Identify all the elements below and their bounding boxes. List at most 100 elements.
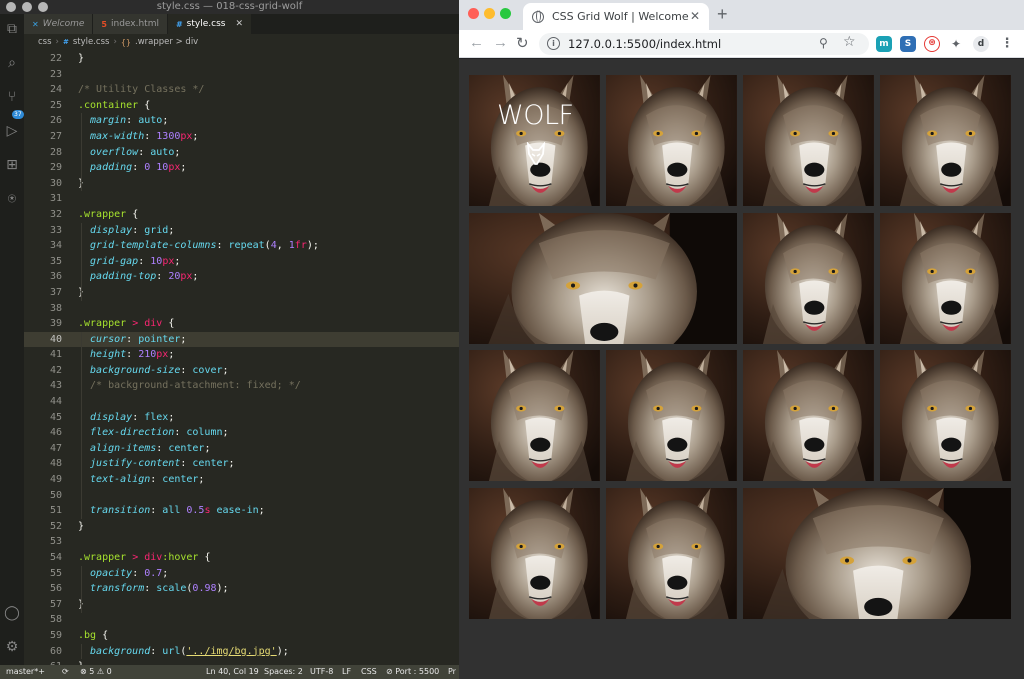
code-line[interactable]: 44: [24, 394, 459, 410]
code-line[interactable]: 60 background: url('../img/bg.jpg');: [24, 644, 459, 660]
new-tab-button[interactable]: +: [717, 4, 728, 25]
red-extension-icon[interactable]: ⊛: [924, 36, 940, 52]
browser-tab[interactable]: CSS Grid Wolf | Welcome ✕: [523, 3, 709, 30]
bookmark-star-icon[interactable]: ☆: [843, 34, 856, 50]
selector-icon: {}: [120, 37, 132, 47]
code-line[interactable]: 42 background-size: cover;: [24, 363, 459, 379]
breadcrumb-folder[interactable]: css: [38, 37, 52, 47]
source-control-icon[interactable]: ⑂: [4, 88, 20, 104]
maximize-window-button[interactable]: [500, 8, 511, 19]
code-line[interactable]: 51 transition: all 0.5s ease-in;: [24, 503, 459, 519]
wolf-tile[interactable]: [743, 350, 874, 481]
info-icon[interactable]: i: [547, 37, 560, 50]
code-line[interactable]: 28 overflow: auto;: [24, 145, 459, 161]
tab-welcome[interactable]: ✕ Welcome: [24, 14, 94, 34]
url-text[interactable]: 127.0.0.1:5500/index.html: [568, 37, 721, 51]
extensions-icon[interactable]: ⊞: [4, 156, 20, 172]
git-graph-icon[interactable]: ⍟: [4, 190, 20, 206]
code-line[interactable]: 40 cursor: pointer;: [24, 331, 459, 348]
code-line[interactable]: 29 padding: 0 10px;: [24, 160, 459, 176]
profile-extension-icon[interactable]: d: [973, 36, 989, 52]
close-window-button[interactable]: [468, 8, 479, 19]
account-icon[interactable]: ◯: [4, 604, 20, 620]
code-line[interactable]: 39 .wrapper > div {: [24, 316, 459, 332]
close-tab-icon[interactable]: ✕: [690, 9, 700, 23]
code-line[interactable]: 41 height: 210px;: [24, 347, 459, 363]
code-line[interactable]: 24 /* Utility Classes */: [24, 82, 459, 98]
code-line[interactable]: 30}: [24, 176, 459, 192]
reload-icon[interactable]: ↻: [516, 34, 529, 52]
code-token: px: [180, 271, 193, 283]
code-line[interactable]: 37}: [24, 285, 459, 301]
wolf-tile[interactable]: [606, 75, 737, 206]
code-line[interactable]: 34 grid-template-columns: repeat(4, 1fr)…: [24, 238, 459, 254]
code-line[interactable]: 54 .wrapper > div:hover {: [24, 550, 459, 566]
wolf-tile[interactable]: [469, 350, 600, 481]
minimize-window-button[interactable]: [484, 8, 495, 19]
code-line[interactable]: 55 opacity: 0.7;: [24, 566, 459, 582]
code-line[interactable]: 35 grid-gap: 10px;: [24, 254, 459, 270]
wolf-tile-wide[interactable]: [743, 487, 1011, 619]
code-line[interactable]: 58: [24, 612, 459, 628]
back-arrow-icon[interactable]: ←: [469, 34, 484, 51]
browser-menu-icon[interactable]: ⋮: [999, 36, 1015, 52]
tab-index-html[interactable]: 5 index.html: [93, 14, 168, 34]
encoding-status[interactable]: UTF-8: [310, 667, 333, 676]
code-line[interactable]: 48 justify-content: center;: [24, 456, 459, 472]
run-debug-icon[interactable]: ▷: [4, 122, 20, 138]
breadcrumb-selector[interactable]: .wrapper > div: [135, 37, 198, 47]
cursor-position[interactable]: Ln 40, Col 19: [206, 667, 259, 676]
code-line[interactable]: 49 text-align: center;: [24, 472, 459, 488]
tab-style-css[interactable]: # style.css ✕: [167, 14, 252, 34]
wolf-tile[interactable]: [606, 487, 737, 619]
branch-status[interactable]: master*+: [6, 667, 45, 676]
live-server-port[interactable]: ⊘ Port : 5500: [386, 667, 439, 676]
search-icon[interactable]: ⌕: [4, 54, 20, 70]
eol-status[interactable]: LF: [342, 667, 351, 676]
forward-arrow-icon[interactable]: →: [493, 34, 508, 51]
code-line[interactable]: 38: [24, 301, 459, 317]
wolf-tile[interactable]: [880, 75, 1011, 206]
code-line[interactable]: 57}: [24, 597, 459, 613]
code-line[interactable]: 26 margin: auto;: [24, 113, 459, 129]
puzzle-extension-icon[interactable]: ✦: [948, 36, 964, 52]
code-line[interactable]: 47 align-items: center;: [24, 441, 459, 457]
breadcrumb-file[interactable]: style.css: [73, 37, 110, 47]
code-line[interactable]: 33 display: grid;: [24, 223, 459, 239]
language-status[interactable]: CSS: [361, 667, 377, 676]
wolf-tile[interactable]: [880, 350, 1011, 481]
code-line[interactable]: 31: [24, 191, 459, 207]
code-line[interactable]: 25 .container {: [24, 98, 459, 114]
m-extension-icon[interactable]: m: [876, 36, 892, 52]
address-bar[interactable]: i 127.0.0.1:5500/index.html ⚲ ☆: [539, 33, 869, 55]
code-line[interactable]: 22}: [24, 51, 459, 67]
code-line[interactable]: 50: [24, 488, 459, 504]
hero-wolf-tile[interactable]: WOLF: [469, 75, 600, 206]
code-line[interactable]: 23: [24, 67, 459, 83]
wolf-tile[interactable]: [606, 350, 737, 481]
problems-status[interactable]: ⊗ 5 ⚠ 0: [80, 667, 112, 676]
wolf-tile[interactable]: [743, 75, 874, 206]
wolf-tile[interactable]: [469, 487, 600, 619]
code-line[interactable]: 36 padding-top: 20px;: [24, 269, 459, 285]
close-tab-icon[interactable]: ✕: [235, 19, 243, 29]
code-line[interactable]: 27 max-width: 1300px;: [24, 129, 459, 145]
explorer-icon[interactable]: ⧉: [4, 20, 20, 36]
wolf-tile-wide[interactable]: [469, 212, 737, 344]
wolf-tile[interactable]: [880, 212, 1011, 344]
code-line[interactable]: 32 .wrapper {: [24, 207, 459, 223]
code-line[interactable]: 59 .bg {: [24, 628, 459, 644]
sync-icon[interactable]: ⟳: [62, 667, 69, 676]
settings-gear-icon[interactable]: ⚙: [4, 638, 20, 654]
code-line[interactable]: 56 transform: scale(0.98);: [24, 581, 459, 597]
code-editor[interactable]: 22} 23 24/* Utility Classes */25 .container…: [24, 51, 459, 665]
code-line[interactable]: 53: [24, 534, 459, 550]
zoom-icon[interactable]: ⚲: [819, 36, 828, 50]
wolf-tile[interactable]: [743, 212, 874, 344]
code-line[interactable]: 52}: [24, 519, 459, 535]
indentation-status[interactable]: Spaces: 2: [264, 667, 303, 676]
code-line[interactable]: 45 display: flex;: [24, 410, 459, 426]
code-line[interactable]: 43 /* background-attachment: fixed; */: [24, 378, 459, 394]
s-extension-icon[interactable]: S: [900, 36, 916, 52]
code-line[interactable]: 46 flex-direction: column;: [24, 425, 459, 441]
